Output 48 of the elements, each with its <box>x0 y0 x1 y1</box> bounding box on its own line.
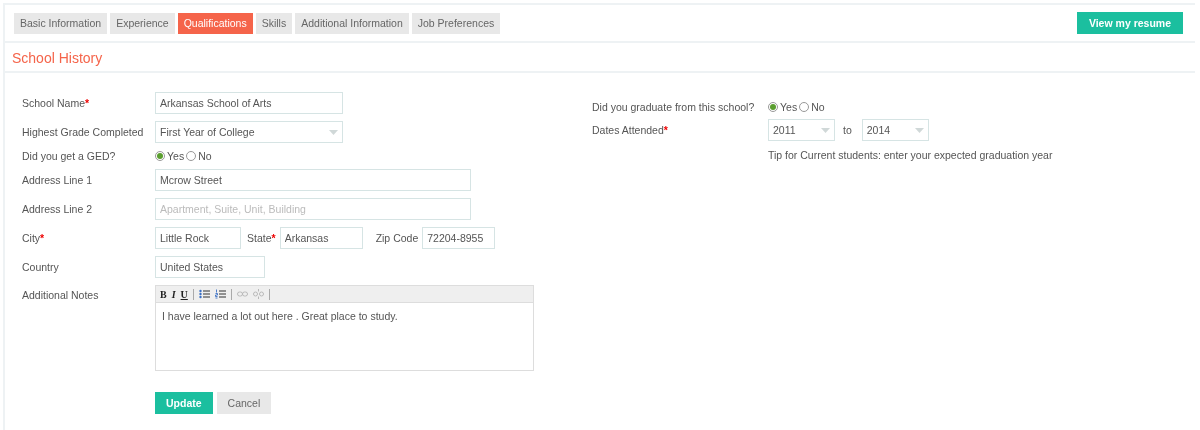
field-label: Address Line 2 <box>22 203 94 215</box>
numbered-list-icon[interactable] <box>214 289 226 299</box>
bullet-list-icon[interactable] <box>198 289 210 299</box>
to-label: to <box>843 124 852 136</box>
radio-button[interactable] <box>155 151 165 161</box>
field-label: School Name* <box>22 97 91 109</box>
field-label: City* <box>22 232 46 244</box>
tab[interactable]: Basic Information <box>14 12 108 34</box>
field-label: Zip Code <box>375 232 419 244</box>
tip-text: Tip for Current students: enter your expected graduation year <box>768 149 1053 161</box>
italic-button[interactable]: I <box>171 288 176 300</box>
field-label: Did you get a GED? <box>22 150 117 162</box>
select-field[interactable]: First Year of College <box>155 121 343 143</box>
tab[interactable]: Skills <box>255 12 293 34</box>
radio-button[interactable] <box>768 102 778 112</box>
select-field[interactable]: 2014 <box>861 119 929 141</box>
input-field[interactable]: 72204-8955 <box>422 227 496 249</box>
field-label: Country <box>22 261 60 273</box>
underline-button[interactable]: U <box>180 288 188 300</box>
radio-label[interactable]: No <box>198 150 212 162</box>
select-field[interactable]: 2011 <box>768 119 835 141</box>
tab[interactable]: Job Preferences <box>411 12 501 34</box>
input-field[interactable]: Mcrow Street <box>155 169 471 191</box>
input-field[interactable]: Arkansas School of Arts <box>155 92 343 114</box>
notes-field[interactable]: I have learned a lot out here . Great place to study. <box>155 303 534 371</box>
radio-label[interactable]: No <box>811 101 825 113</box>
caret-icon <box>821 127 830 133</box>
field-label: Additional Notes <box>22 288 100 301</box>
field-label: Address Line 1 <box>22 174 94 186</box>
radio-label[interactable]: Yes <box>167 150 185 162</box>
cancel-button[interactable]: Cancel <box>216 392 272 414</box>
tab[interactable]: Additional Information <box>295 12 409 34</box>
radio-button[interactable] <box>799 102 810 112</box>
field-label: Dates Attended* <box>592 124 669 136</box>
input-field[interactable]: Little Rock <box>155 227 241 249</box>
field-label: Did you graduate from this school? <box>592 101 756 113</box>
field-label: State* <box>247 232 276 244</box>
radio-label[interactable]: Yes <box>780 101 798 113</box>
bold-button[interactable]: B <box>160 288 167 300</box>
section-title: School History <box>5 43 1195 73</box>
input-field[interactable]: Arkansas <box>279 227 363 249</box>
input-field[interactable]: United States <box>155 256 265 278</box>
tab[interactable]: Experience <box>110 12 175 34</box>
caret-icon <box>329 129 338 135</box>
radio-button[interactable] <box>186 151 197 161</box>
caret-icon <box>914 127 924 133</box>
input-field[interactable]: Apartment, Suite, Unit, Building <box>155 198 471 220</box>
field-label: Highest Grade Completed <box>22 126 145 138</box>
